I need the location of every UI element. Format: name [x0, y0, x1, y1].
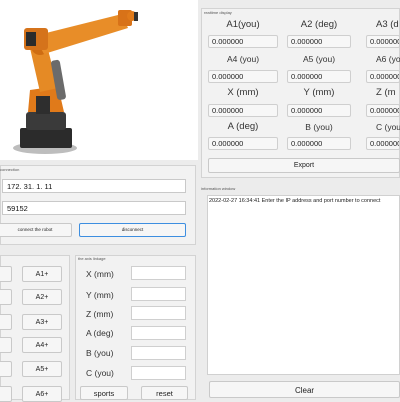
y-label: Y (mm) — [303, 87, 335, 98]
x-label: X (mm) — [227, 87, 259, 98]
a2-label: A2 (deg) — [300, 19, 338, 30]
c-label: C (you — [376, 122, 400, 132]
linkage-c-label: C (you) — [86, 368, 114, 378]
a2-plus-button[interactable]: A2+ — [22, 289, 62, 305]
a5-plus-button[interactable]: A5+ — [22, 361, 62, 377]
info-log-text: 2022-02-27 16:34:41 Enter the IP address… — [209, 198, 381, 204]
robot-image — [0, 0, 198, 160]
a6-label: A6 (yo — [376, 54, 400, 64]
a3-value: 0.000000 — [366, 35, 400, 48]
linkage-x-label: X (mm) — [86, 269, 114, 279]
a-label: A (deg) — [227, 121, 259, 132]
info-window-title: information window — [201, 186, 236, 191]
x-value: 0.000000 — [208, 104, 278, 117]
linkage-b-label: B (you) — [86, 348, 114, 358]
a3-plus-button[interactable]: A3+ — [22, 314, 62, 330]
c-value: 0.000000 — [366, 137, 400, 150]
z-value: 0.000000 — [366, 104, 400, 117]
a2-minus-button[interactable] — [0, 289, 12, 305]
a1-value: 0.000000 — [208, 35, 278, 48]
linkage-x-input[interactable] — [131, 266, 186, 280]
a4-value: 0.000000 — [208, 70, 278, 83]
connection-title: connection — [0, 167, 20, 172]
linkage-a-label: A (deg) — [86, 328, 114, 338]
a1-label: A1(you) — [226, 19, 260, 30]
a3-label: A3 (d — [376, 19, 399, 30]
linkage-z-label: Z (mm) — [86, 309, 114, 319]
a5-label: A5 (you) — [302, 54, 336, 64]
a2-value: 0.000000 — [287, 35, 351, 48]
linkage-z-input[interactable] — [131, 306, 186, 320]
b-value: 0.000000 — [287, 137, 351, 150]
a6-value: 0.000000 — [366, 70, 400, 83]
linkage-c-input[interactable] — [131, 366, 186, 380]
disconnect-button[interactable]: disconnect — [79, 223, 186, 237]
connect-robot-button[interactable]: connect the robot — [0, 223, 72, 237]
info-log-area — [207, 195, 400, 375]
a5-minus-button[interactable] — [0, 361, 12, 377]
a1-minus-button[interactable] — [0, 266, 12, 282]
port-input[interactable]: 59152 — [2, 201, 186, 215]
a4-plus-button[interactable]: A4+ — [22, 337, 62, 353]
ip-address-input[interactable]: 172. 31. 1. 11 — [2, 179, 186, 193]
b-label: B (you) — [305, 122, 333, 132]
linkage-b-input[interactable] — [131, 346, 186, 360]
a5-value: 0.000000 — [287, 70, 351, 83]
a1-plus-button[interactable]: A1+ — [22, 266, 62, 282]
linkage-a-input[interactable] — [131, 326, 186, 340]
clear-button[interactable]: Clear — [209, 381, 400, 398]
linkage-y-input[interactable] — [131, 287, 186, 301]
axis-linkage-title: the axis linkage — [78, 256, 106, 261]
a3-minus-button[interactable] — [0, 314, 12, 330]
reset-button[interactable]: reset — [141, 386, 188, 400]
y-value: 0.000000 — [287, 104, 351, 117]
sports-button[interactable]: sports — [80, 386, 128, 400]
a4-label: A4 (you) — [226, 54, 260, 64]
linkage-y-label: Y (mm) — [86, 290, 114, 300]
robot-arm-illustration — [13, 10, 138, 154]
realtime-display-title: realtime display — [204, 10, 232, 15]
z-label: Z (m — [376, 87, 396, 98]
a-value: 0.000000 — [208, 137, 278, 150]
export-button[interactable]: Export — [208, 158, 400, 173]
a4-minus-button[interactable] — [0, 337, 12, 353]
